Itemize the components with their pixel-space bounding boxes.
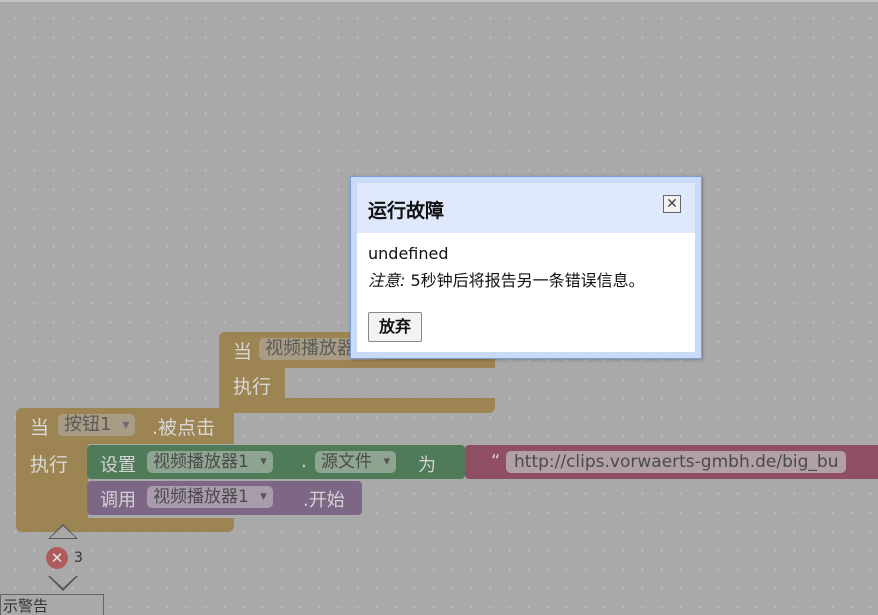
error-count: 3 [74,550,83,566]
property-dropdown[interactable]: 源文件 [315,451,396,473]
warning-navigator: ✕ 3 [44,524,84,592]
set-component-dropdown[interactable]: 视频播放器1 [147,451,273,473]
event-name: .被点击 [152,417,216,439]
error-note: 注意: 5秒钟后将报告另一条错误信息。 [368,267,645,291]
to-label: 为 [418,455,436,476]
dismiss-button[interactable]: 放弃 [368,312,423,342]
set-property-block[interactable]: 设置 视频播放器1 . 源文件 为 [87,445,465,479]
close-icon[interactable]: ✕ [663,195,681,213]
method-label: .开始 [303,490,345,511]
when-label: 当 [233,341,253,363]
set-label: 设置 [100,455,136,476]
quote-mark: “ [491,451,501,472]
previous-error-arrow-icon[interactable] [48,524,78,539]
button-component-dropdown[interactable]: 按钮1 [58,414,136,436]
note-text: 5秒钟后将报告另一条错误信息。 [405,271,645,290]
dialog-title-bar: 运行故障 ✕ [357,183,695,233]
text-string-block[interactable]: “ http://clips.vorwaerts-gmbh.de/big_bu [465,445,878,479]
dialog-title: 运行故障 [368,200,445,222]
dialog-body: undefined 注意: 5秒钟后将报告另一条错误信息。 放弃 [357,233,695,352]
call-method-block[interactable]: 调用 视频播放器1 .开始 [87,481,362,515]
error-icon: ✕ [46,547,68,569]
next-error-arrow-icon[interactable] [48,576,78,591]
call-label: 调用 [100,490,136,511]
show-warnings-toggle[interactable]: 示警告 [0,594,104,615]
url-text-field[interactable]: http://clips.vorwaerts-gmbh.de/big_bu [506,451,847,473]
runtime-error-dialog: 运行故障 ✕ undefined 注意: 5秒钟后将报告另一条错误信息。 放弃 [350,176,702,359]
note-label: 注意: [368,271,406,290]
when-label: 当 [30,417,50,439]
do-label: 执行 [233,376,272,398]
do-label: 执行 [30,454,69,476]
call-component-dropdown[interactable]: 视频播放器1 [147,486,273,508]
dot-label: . [301,451,307,472]
error-message: undefined [368,244,449,263]
workspace-top-border [0,0,878,2]
